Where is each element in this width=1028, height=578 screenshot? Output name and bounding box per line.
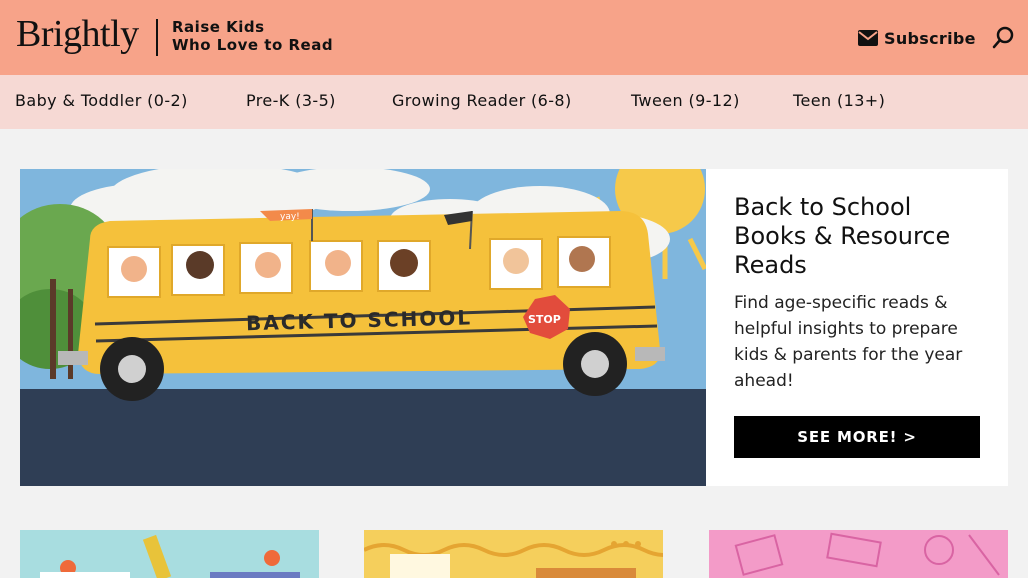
article-card-1[interactable] — [20, 530, 319, 578]
card-image-1 — [20, 530, 319, 578]
nav-item-pre-k[interactable]: Pre-K (3-5) — [246, 91, 336, 110]
nav-item-teen[interactable]: Teen (13+) — [793, 91, 885, 110]
age-nav: Baby & Toddler (0-2) Pre-K (3-5) Growing… — [0, 75, 1028, 129]
hero-title-line-1: Back to School — [734, 193, 912, 221]
card-image-2 — [364, 530, 663, 578]
hero-feature: BACK TO SCHOOL STOP yay! Back to School … — [20, 169, 1008, 486]
site-header: Brightly Raise Kids Who Love to Read Sub… — [0, 0, 1028, 75]
envelope-icon — [858, 30, 878, 46]
see-more-button[interactable]: SEE MORE! > — [734, 416, 980, 458]
tagline-line-2: Who Love to Read — [172, 36, 334, 54]
article-card-3[interactable] — [709, 530, 1008, 578]
subscribe-label: Subscribe — [884, 28, 976, 48]
hero-text-block: Back to School Books & Resource Reads Fi… — [734, 193, 984, 394]
tagline: Raise Kids Who Love to Read — [172, 18, 333, 54]
nav-item-baby-toddler[interactable]: Baby & Toddler (0-2) — [15, 91, 188, 110]
hero-title[interactable]: Back to School Books & Resource Reads — [734, 193, 984, 280]
article-card-2[interactable] — [364, 530, 663, 578]
hero-title-line-2: Books & Resource — [734, 222, 951, 250]
tagline-line-1: Raise Kids — [172, 18, 265, 36]
brightly-logo[interactable]: Brightly — [16, 12, 139, 56]
logo-divider — [156, 19, 158, 56]
subscribe-button[interactable]: Subscribe — [858, 27, 976, 49]
flag-text: yay! — [280, 212, 300, 222]
hero-description: Find age-specific reads & helpful insigh… — [734, 293, 963, 391]
card-image-3 — [709, 530, 1008, 578]
search-icon[interactable] — [990, 25, 1016, 51]
hero-image[interactable]: BACK TO SCHOOL STOP yay! — [20, 169, 706, 486]
hero-title-line-3: Reads — [734, 251, 807, 279]
school-bus-illustration: BACK TO SCHOOL STOP yay! — [20, 169, 706, 486]
nav-item-tween[interactable]: Tween (9-12) — [631, 91, 740, 110]
nav-item-growing-reader[interactable]: Growing Reader (6-8) — [392, 91, 572, 110]
stop-sign-text: STOP — [528, 313, 561, 326]
